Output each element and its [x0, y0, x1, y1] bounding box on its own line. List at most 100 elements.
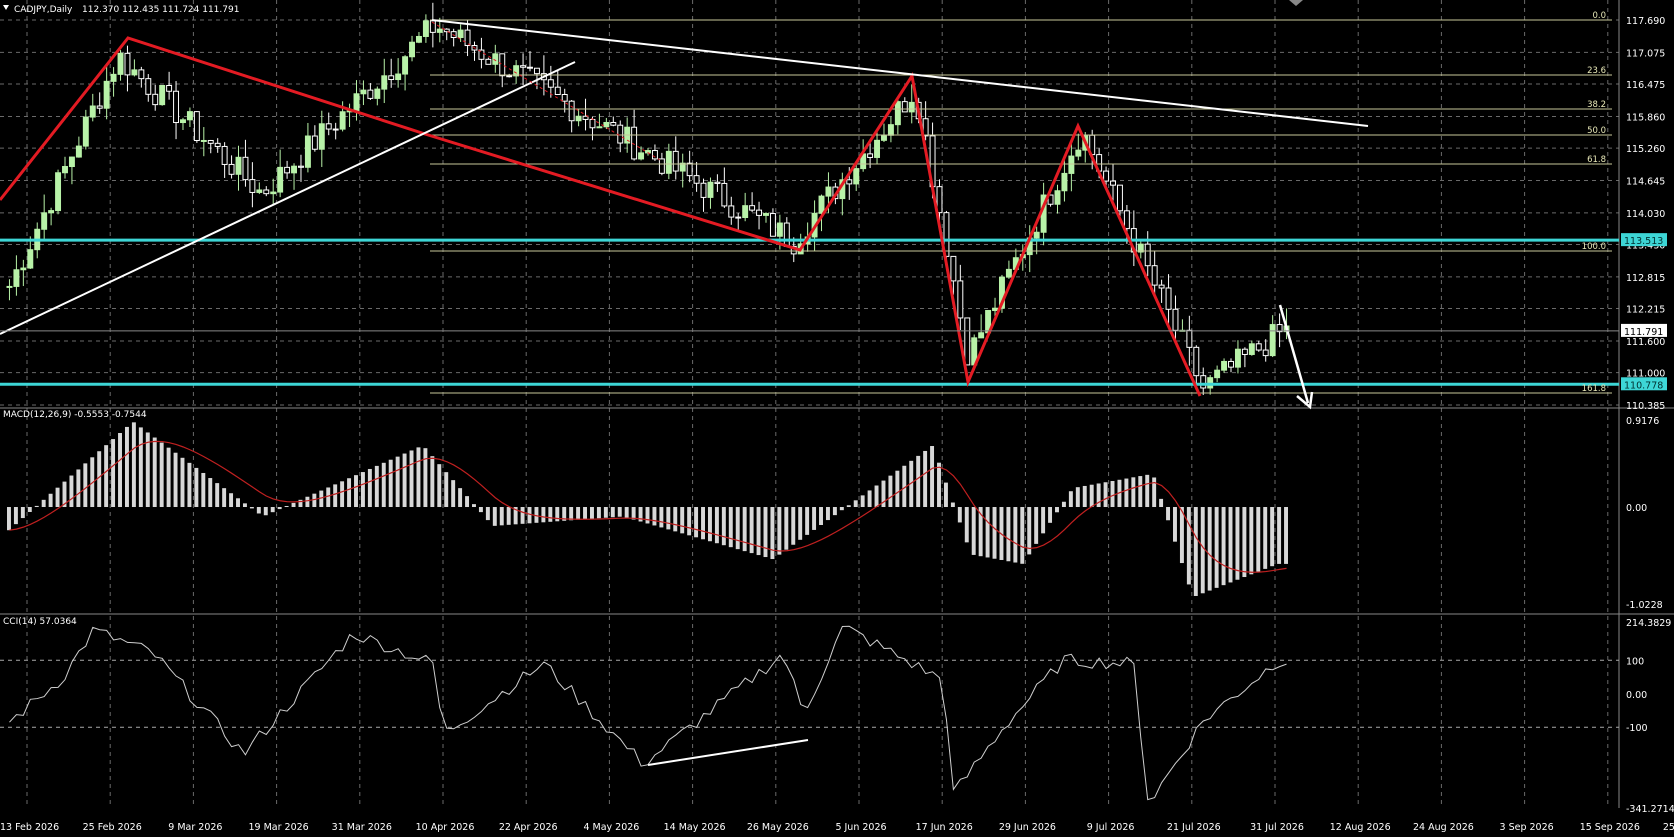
candle-body [457, 29, 464, 38]
date-axis-label: 21 Jul 2026 [1167, 822, 1221, 833]
candle-body [1054, 190, 1061, 205]
candle-body [131, 69, 138, 76]
candle-body [103, 80, 110, 109]
candle-body [853, 168, 860, 185]
candle-body [589, 118, 596, 129]
date-axis-label: 4 May 2026 [583, 822, 639, 833]
macd-histogram-bar [853, 500, 858, 508]
price-axis-label: 117.690 [1626, 16, 1665, 27]
cci-divergence-line[interactable] [647, 739, 809, 766]
candle-body [207, 139, 214, 144]
candle-body [124, 52, 131, 76]
macd-histogram-bar [1221, 507, 1226, 586]
candle-body [1241, 348, 1248, 355]
candle-body [318, 123, 325, 150]
macd-histogram-bar [937, 462, 941, 508]
candle-body [742, 205, 749, 219]
macd-histogram-bar [367, 468, 372, 508]
macd-histogram-bar [707, 507, 712, 542]
macd-histogram-bar [971, 507, 976, 555]
macd-histogram-bar [617, 507, 622, 517]
macd-histogram-bar [347, 478, 352, 508]
candle-body [110, 73, 117, 82]
macd-histogram-bar [187, 462, 192, 508]
macd-histogram-bar [360, 472, 365, 508]
projection-arrow[interactable] [1278, 304, 1310, 404]
cci-axis-label: 100 [1626, 656, 1644, 667]
candle-body [1186, 329, 1193, 348]
macd-histogram-bar [784, 507, 789, 550]
macd-histogram-bar [423, 448, 428, 508]
candle-body [374, 88, 381, 99]
candle-body [527, 66, 533, 69]
candle-body [180, 119, 186, 124]
candle-body [41, 212, 48, 230]
date-axis-label: 19 Mar 2026 [248, 822, 308, 833]
candle-body [193, 111, 200, 141]
candle-body [485, 58, 492, 65]
date-axis-label: 9 Jul 2026 [1087, 822, 1135, 833]
support-trendline[interactable] [0, 61, 576, 335]
macd-histogram-bar [777, 507, 782, 555]
candle-body [298, 165, 304, 168]
candle-body [887, 124, 894, 136]
date-axis-label: 10 Apr 2026 [416, 822, 475, 833]
candle-body [1165, 287, 1172, 310]
macd-histogram-bar [215, 483, 220, 508]
macd-histogram-bar [138, 427, 143, 508]
price-axis-label: 115.260 [1626, 144, 1665, 155]
axes: 117.690 117.075 116.475 115.860 115.260 114.6… [0, 16, 1674, 833]
candle-body [1200, 375, 1207, 389]
scroll-marker-icon[interactable] [1289, 0, 1303, 6]
macd-histogram-bar [222, 488, 227, 508]
collapse-triangle-icon[interactable] [3, 5, 9, 10]
macd-histogram-bar [652, 507, 657, 526]
candle-body [395, 73, 402, 81]
candle-body [6, 285, 13, 288]
macd-histogram-bar [236, 498, 240, 508]
candle-body [603, 121, 610, 128]
candle-body [1193, 346, 1200, 377]
zigzag-line[interactable] [0, 36, 1202, 397]
grid-lines [0, 0, 1674, 808]
candle-body [1158, 284, 1165, 289]
date-axis-label: 3 Sep 2026 [1500, 822, 1554, 833]
candle-body [894, 101, 901, 126]
candle-body [492, 53, 499, 65]
candle-body [1255, 343, 1262, 351]
candle-body [1103, 170, 1110, 182]
macd-histogram-bar [1061, 501, 1066, 508]
macd-histogram-bar [249, 507, 254, 509]
macd-histogram-bar [13, 507, 18, 525]
macd-histogram-bar [1103, 482, 1108, 508]
macd-histogram-bar [1089, 484, 1094, 508]
macd-histogram-bar [603, 507, 608, 518]
candle-body [367, 89, 374, 99]
macd-histogram-bar [388, 459, 393, 508]
support-high-tag: 113.513 [1624, 236, 1663, 247]
date-axis-label: 24 Aug 2026 [1413, 822, 1474, 833]
candle-body [242, 156, 249, 181]
macd-histogram-bar [395, 456, 400, 508]
candle-body [992, 307, 998, 312]
macd-histogram-bar [478, 507, 483, 513]
macd-histogram-bar [590, 507, 594, 519]
macd-histogram-bar [610, 507, 615, 518]
macd-histogram-bar [145, 432, 150, 508]
candle-body [846, 179, 853, 185]
macd-histogram-bar [41, 499, 46, 508]
date-axis-label: 25 Sep 2026 [1663, 822, 1674, 833]
candle-body [27, 249, 34, 269]
candle-body [13, 269, 20, 287]
candle-body [728, 205, 735, 218]
date-axis-label: 14 May 2026 [664, 822, 726, 833]
candle-body [756, 209, 763, 216]
candle-body [117, 52, 124, 75]
macd-histogram-bar [985, 507, 990, 558]
candle-body [48, 210, 55, 214]
macd-histogram-bar [874, 485, 879, 508]
cci-axis-label: 0.00 [1626, 690, 1647, 701]
trading-chart[interactable]: 0.023.638.250.061.8100.0161.8 117.690117… [0, 0, 1674, 837]
macd-histogram-bar [27, 507, 32, 512]
macd-histogram-bar [1055, 507, 1059, 513]
